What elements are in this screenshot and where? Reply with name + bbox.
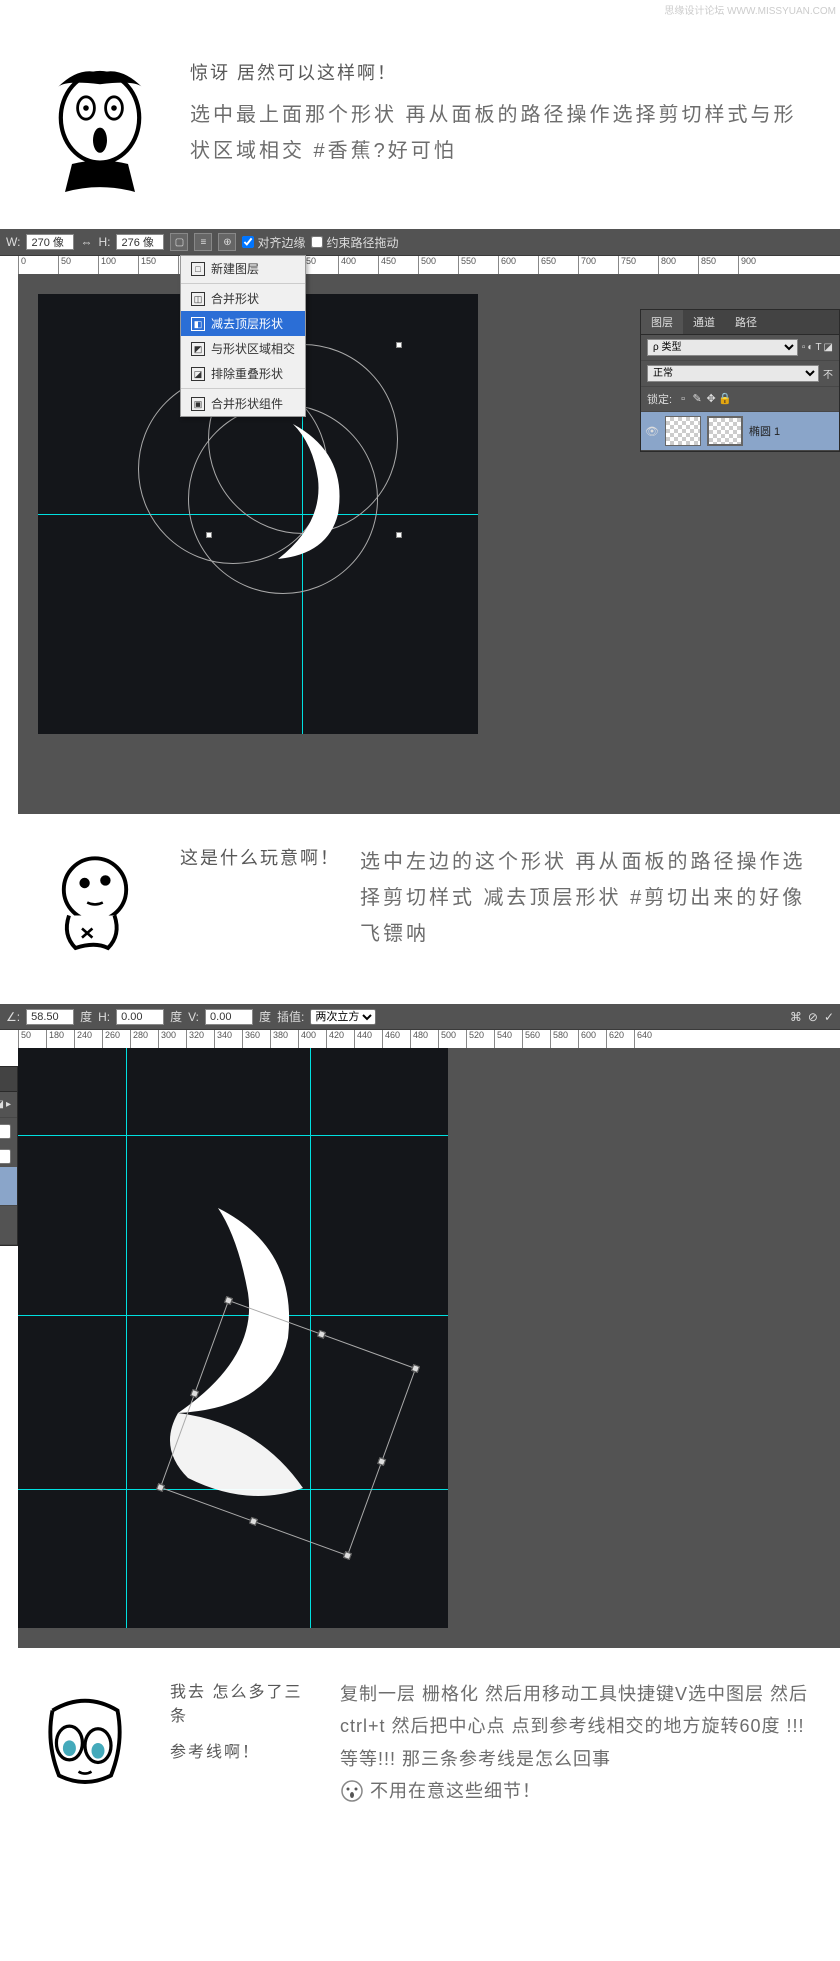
crescent-shape xyxy=(268,414,378,574)
dd-subtract[interactable]: ◧减去顶层形状 xyxy=(181,311,305,336)
intro-3: 我去 怎么多了三条 参考线啊！ 复制一层 栅格化 然后用移动工具快捷键V选中图层… xyxy=(0,1648,840,1838)
layer-copy-8[interactable]: 👁 椭圆 1 拷贝 8 xyxy=(0,1206,17,1245)
exclaim-text-3b: 参考线啊！ xyxy=(170,1738,320,1762)
intro-2: 这是什么玩意啊！ 选中左边的这个形状 再从面板的路径操作选择剪切样式 减去顶层形… xyxy=(0,814,840,1004)
options-bar: W: ⇔ H: ▢ ≡ ⊕ 对齐边缘 约束路径拖动 xyxy=(0,229,840,256)
tab-layers[interactable]: 图层 xyxy=(641,310,683,334)
dd-combine[interactable]: ◫合并形状 xyxy=(181,286,305,311)
width-label: W: xyxy=(6,235,20,249)
angle-input[interactable] xyxy=(26,1009,74,1025)
ruler-vertical xyxy=(0,274,18,814)
lock-label: 锁定: xyxy=(647,391,672,407)
exclaim-text-1: 惊讶 居然可以这样啊！ xyxy=(190,59,810,85)
dd-intersect[interactable]: ◩与形状区域相交 xyxy=(181,336,305,361)
artboard-2 xyxy=(18,1048,448,1628)
align-icon[interactable]: ≡ xyxy=(194,233,212,251)
dd-exclude[interactable]: ◪排除重叠形状 xyxy=(181,361,305,386)
skew-v-label: V: xyxy=(188,1010,199,1024)
layer-name: 椭圆 1 xyxy=(749,423,780,439)
fill-input[interactable] xyxy=(0,1149,11,1164)
ruler-horizontal: 0501001502002503003504004505005506006507… xyxy=(0,256,840,274)
angle-label: ∠: xyxy=(6,1010,20,1024)
height-label: H: xyxy=(98,235,110,249)
description-2: 选中左边的这个形状 再从面板的路径操作选择剪切样式 减去顶层形状 #剪切出来的好… xyxy=(360,844,810,952)
interpolation-select[interactable]: 两次立方 xyxy=(310,1009,376,1025)
meme-face-shocked xyxy=(30,59,170,199)
dd-merge[interactable]: ▣合并形状组件 xyxy=(181,391,305,416)
skew-h-label: H: xyxy=(98,1010,110,1024)
description-3b: 等等!!! 那三条参考线是怎么回事 xyxy=(340,1743,820,1775)
meme-face-crying xyxy=(20,1678,150,1808)
meme-face-thinking xyxy=(30,844,160,974)
photoshop-screenshot-1: W: ⇔ H: ▢ ≡ ⊕ 对齐边缘 约束路径拖动 □新建图层 ◫合并形状 ◧减… xyxy=(0,229,840,814)
watermark: 思缘设计论坛 WWW.MISSYUAN.COM xyxy=(0,0,840,19)
tab-channels[interactable]: 通道 xyxy=(683,310,725,334)
photoshop-screenshot-2: ∠: 度 H: 度 V: 度 插值: 两次立方 ⌘ ⊘ ✓ 5018024026… xyxy=(0,1004,840,1648)
path-operations-dropdown: □新建图层 ◫合并形状 ◧减去顶层形状 ◩与形状区域相交 ◪排除重叠形状 ▣合并… xyxy=(180,255,306,417)
blend-mode[interactable]: 正常 xyxy=(647,365,819,382)
width-input[interactable] xyxy=(26,234,74,250)
transform-bar: ∠: 度 H: 度 V: 度 插值: 两次立方 ⌘ ⊘ ✓ xyxy=(0,1004,840,1030)
commit-icon[interactable]: ✓ xyxy=(824,1010,834,1024)
opacity-input[interactable] xyxy=(0,1124,11,1139)
handle[interactable] xyxy=(396,342,402,348)
dd-new-layer[interactable]: □新建图层 xyxy=(181,256,305,281)
interp-label: 插值: xyxy=(277,1008,304,1025)
tab-paths[interactable]: 路径 xyxy=(725,310,767,334)
layer-ellipse-1[interactable]: 👁 椭圆 1 xyxy=(641,412,839,451)
guide-h[interactable] xyxy=(18,1135,448,1136)
small-face-icon xyxy=(340,1779,364,1803)
align-edges-checkbox[interactable]: 对齐边缘 xyxy=(242,234,305,251)
path-op-icon[interactable]: ▢ xyxy=(170,233,188,251)
ruler-horizontal-2: 5018024026028030032034036038040042044046… xyxy=(0,1030,840,1048)
skew-v-input[interactable] xyxy=(205,1009,253,1025)
layer-filter[interactable]: ρ 类型 xyxy=(647,339,798,356)
layers-panel-1: 图层 通道 路径 ρ 类型▫◐T◪ 正常不 锁定:▫✎✥🔒 👁 椭圆 1 xyxy=(640,309,840,452)
layer-mask-thumb xyxy=(707,416,743,446)
skew-h-input[interactable] xyxy=(116,1009,164,1025)
description-3a: 复制一层 栅格化 然后用移动工具快捷键V选中图层 然后ctrl+t 然后把中心点… xyxy=(340,1678,820,1743)
layer-copy-2[interactable]: 👁 椭圆 1 拷贝 2 xyxy=(0,1167,17,1206)
warp-icon[interactable]: ⌘ xyxy=(790,1010,802,1024)
visibility-icon[interactable]: 👁 xyxy=(645,424,659,438)
handle[interactable] xyxy=(396,532,402,538)
height-input[interactable] xyxy=(116,234,164,250)
layer-thumb xyxy=(665,416,701,446)
cancel-icon[interactable]: ⊘ xyxy=(808,1010,818,1024)
description-1: 选中最上面那个形状 再从面板的路径操作选择剪切样式与形状区域相交 #香蕉?好可怕 xyxy=(190,97,810,169)
arrange-icon[interactable]: ⊕ xyxy=(218,233,236,251)
layers-panel-2: 图层 通道 路径 ρ 类型▫◐T◪▸ 正常不透明度: 锁定:▫✎✥🔒填充: 👁 … xyxy=(0,1066,18,1246)
description-3c: 不用在意这些细节！ xyxy=(340,1775,820,1807)
handle[interactable] xyxy=(206,532,212,538)
constrain-path-checkbox[interactable]: 约束路径拖动 xyxy=(311,234,398,251)
intro-1: 惊讶 居然可以这样啊！ 选中最上面那个形状 再从面板的路径操作选择剪切样式与形状… xyxy=(0,19,840,229)
exclaim-text-2: 这是什么玩意啊！ xyxy=(180,844,340,870)
exclaim-text-3a: 我去 怎么多了三条 xyxy=(170,1678,320,1726)
